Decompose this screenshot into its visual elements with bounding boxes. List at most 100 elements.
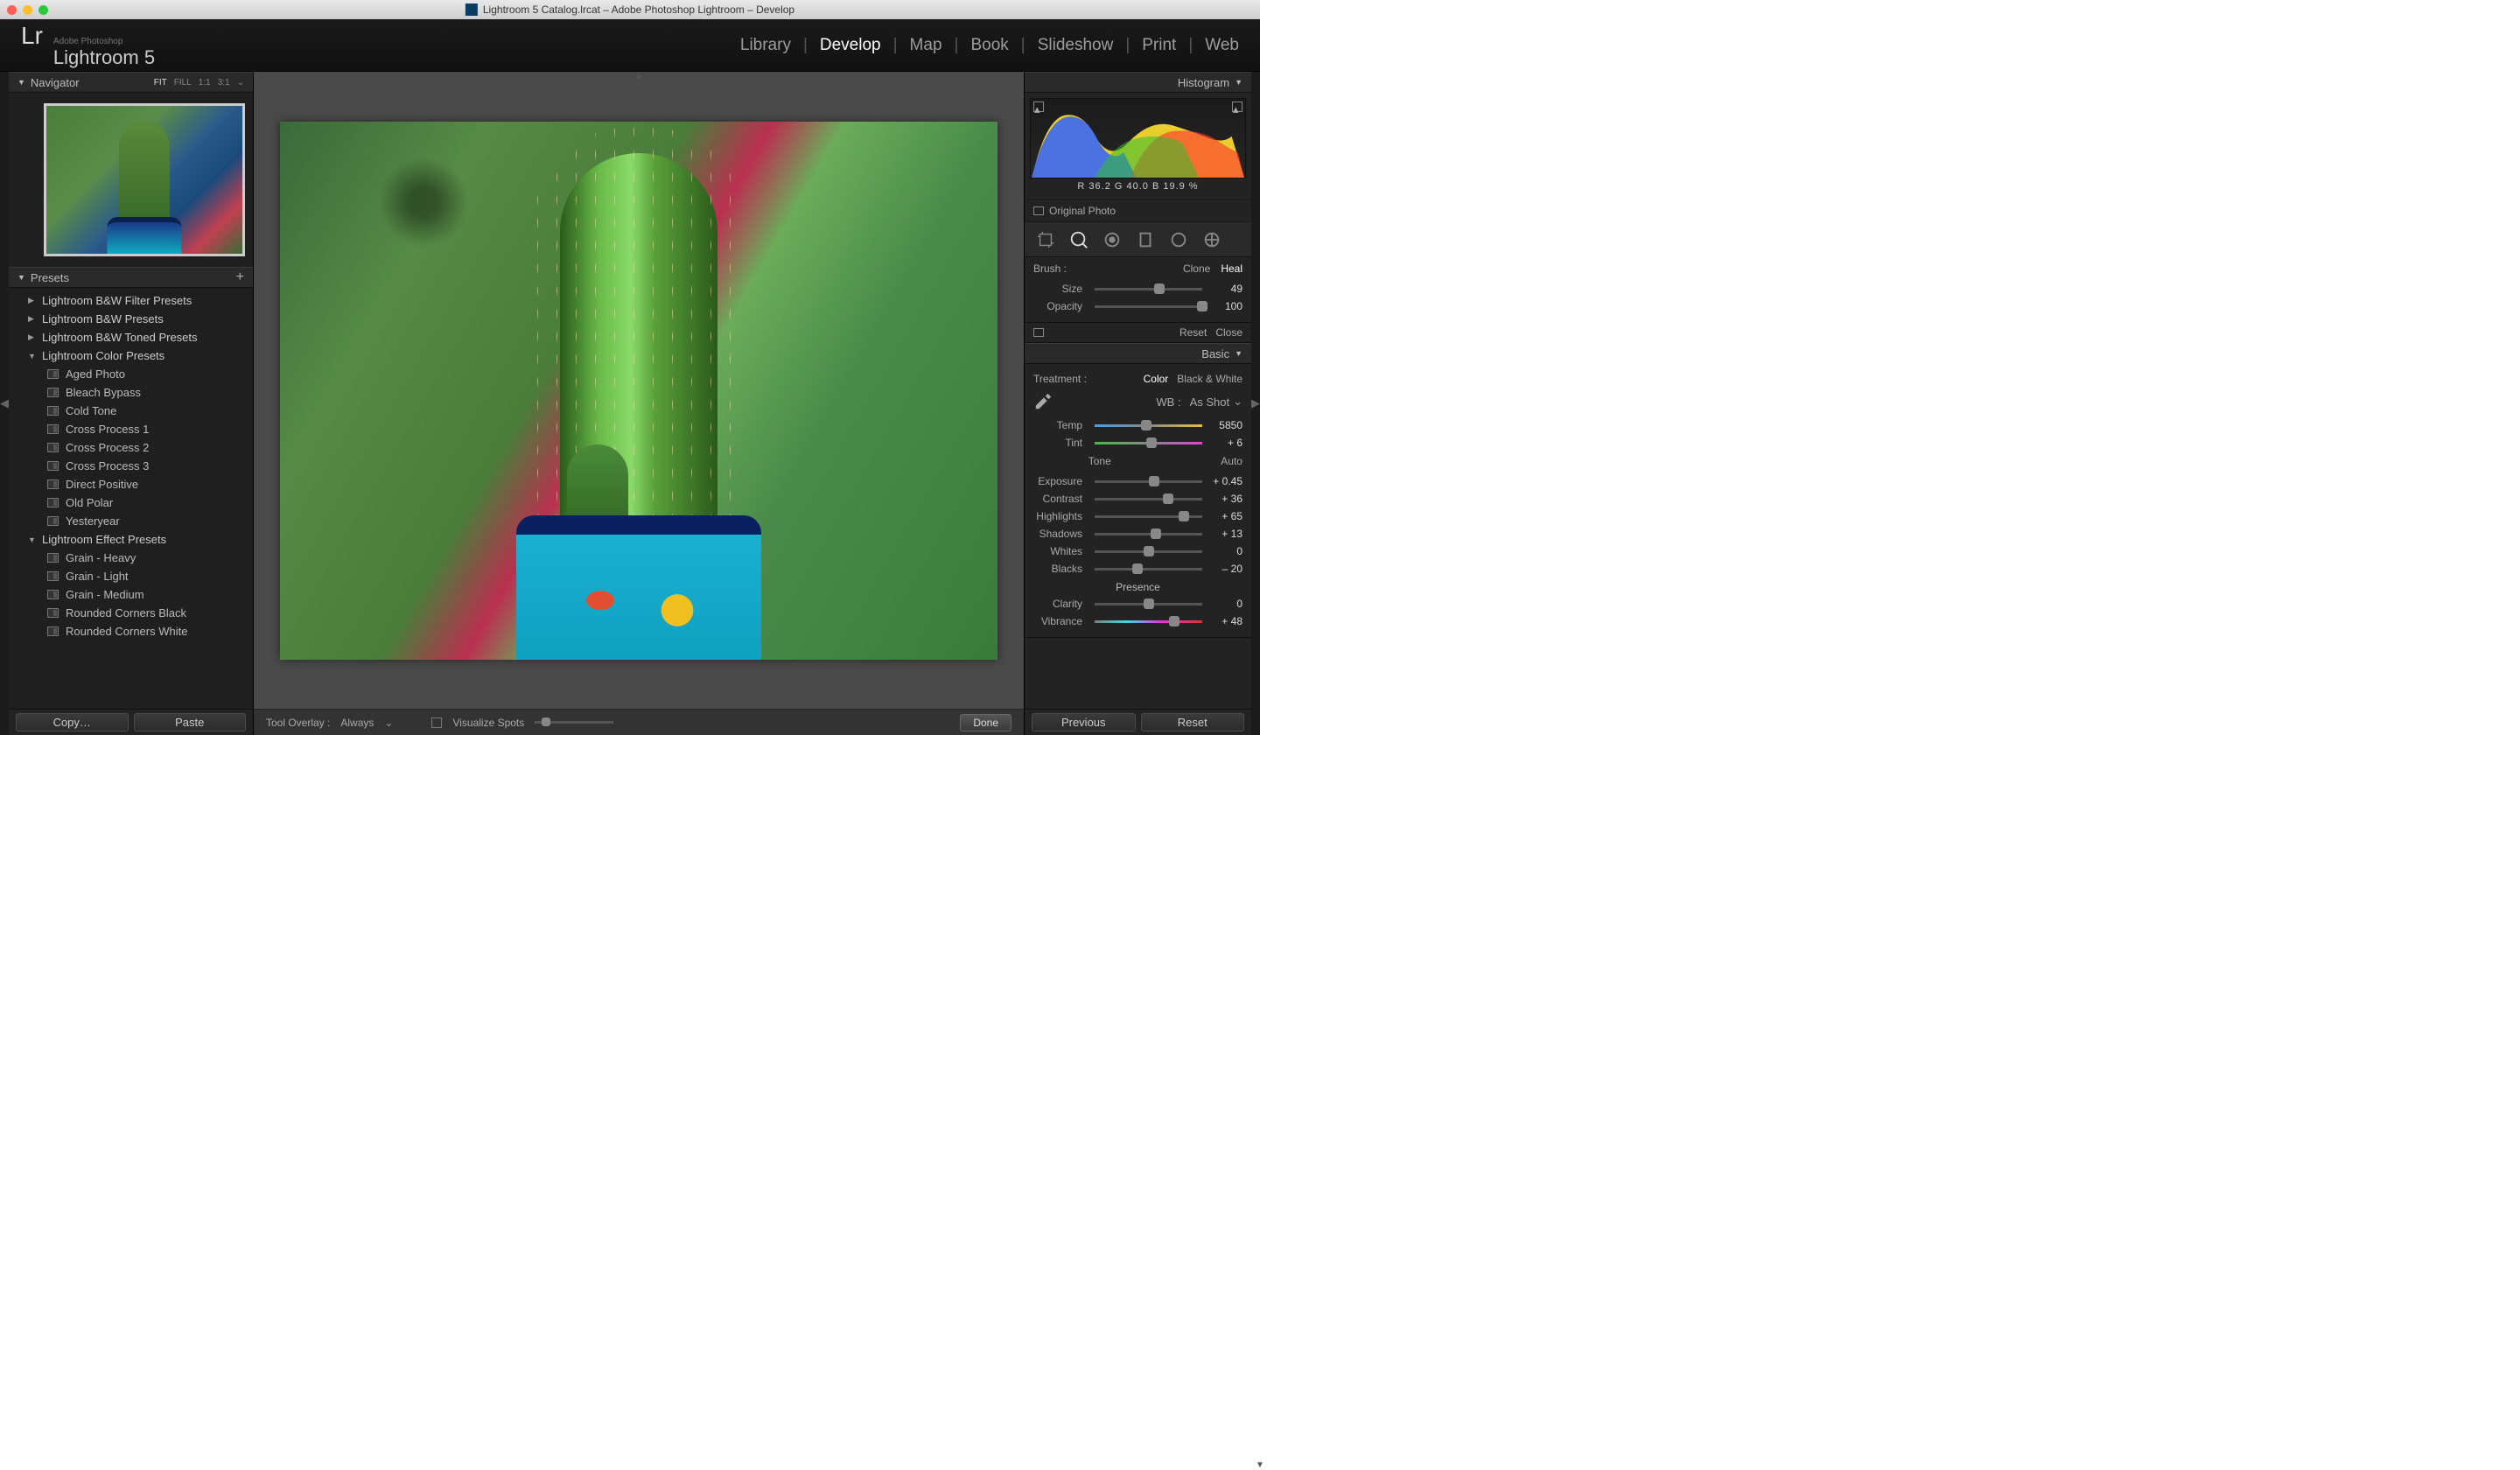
- module-library[interactable]: Library: [740, 36, 791, 55]
- paste-button[interactable]: Paste: [134, 713, 247, 732]
- opacity-value[interactable]: 100: [1208, 300, 1242, 312]
- exposure-slider[interactable]: [1095, 480, 1202, 483]
- shadows-slider[interactable]: [1095, 533, 1202, 536]
- whites-value[interactable]: 0: [1208, 545, 1242, 557]
- preset-folder[interactable]: ▼Lightroom Color Presets: [9, 346, 253, 365]
- preset-folder[interactable]: ▼Lightroom Effect Presets: [9, 530, 253, 549]
- histogram-header[interactable]: Histogram ▼: [1025, 72, 1251, 93]
- vibrance-value[interactable]: + 48: [1208, 615, 1242, 627]
- close-icon[interactable]: [7, 5, 17, 15]
- pin-toggle-icon[interactable]: [1033, 328, 1044, 337]
- zoom-fill[interactable]: FILL: [174, 78, 192, 88]
- module-print[interactable]: Print: [1142, 36, 1176, 55]
- dropdown-icon[interactable]: ⌄: [1233, 395, 1242, 409]
- tint-slider[interactable]: [1095, 442, 1202, 444]
- preset-folder-label: Lightroom Color Presets: [42, 349, 164, 362]
- preset-item[interactable]: Direct Positive: [9, 475, 253, 494]
- right-panel-toggle-icon[interactable]: ▶: [1251, 72, 1260, 735]
- clarity-value[interactable]: 0: [1208, 598, 1242, 610]
- preset-item[interactable]: Grain - Light: [9, 567, 253, 585]
- zoom-fit[interactable]: FIT: [154, 78, 167, 88]
- preset-item[interactable]: Cross Process 3: [9, 457, 253, 475]
- temp-slider[interactable]: [1095, 424, 1202, 427]
- tool-close-button[interactable]: Close: [1215, 326, 1242, 339]
- preset-item[interactable]: Old Polar: [9, 494, 253, 512]
- navigator-zoom-picker[interactable]: FIT FILL 1:1 3:1 ⌄: [154, 78, 244, 88]
- preset-item[interactable]: Yesteryear: [9, 512, 253, 530]
- adjustment-brush-tool-icon[interactable]: [1200, 228, 1224, 252]
- tone-auto-button[interactable]: Auto: [1221, 455, 1242, 467]
- preset-item[interactable]: Rounded Corners Black: [9, 604, 253, 622]
- shadows-value[interactable]: + 13: [1208, 528, 1242, 540]
- blacks-slider[interactable]: [1095, 568, 1202, 570]
- done-button[interactable]: Done: [960, 714, 1012, 732]
- exposure-value[interactable]: + 0.45: [1208, 475, 1242, 487]
- size-value[interactable]: 49: [1208, 283, 1242, 295]
- size-slider[interactable]: [1095, 288, 1202, 290]
- tool-overlay-value[interactable]: Always: [340, 717, 374, 729]
- preset-item[interactable]: Cold Tone: [9, 402, 253, 420]
- zoom-1:1[interactable]: 1:1: [199, 78, 211, 88]
- preset-folder[interactable]: ▶Lightroom B&W Toned Presets: [9, 328, 253, 346]
- graduated-filter-tool-icon[interactable]: [1133, 228, 1158, 252]
- preset-folder[interactable]: ▶Lightroom B&W Filter Presets: [9, 291, 253, 310]
- preset-item[interactable]: Rounded Corners White: [9, 622, 253, 640]
- preset-item[interactable]: Grain - Medium: [9, 585, 253, 604]
- clarity-slider[interactable]: [1095, 603, 1202, 606]
- module-map[interactable]: Map: [910, 36, 942, 55]
- wb-eyedropper-icon[interactable]: [1033, 392, 1053, 411]
- radial-filter-tool-icon[interactable]: [1166, 228, 1191, 252]
- blacks-value[interactable]: – 20: [1208, 563, 1242, 575]
- filmstrip-toggle-icon[interactable]: ▼: [1256, 1460, 1264, 1470]
- brush-mode-heal[interactable]: Heal: [1221, 262, 1242, 275]
- zoom-3:1[interactable]: 3:1: [218, 78, 230, 88]
- original-photo-toggle[interactable]: Original Photo: [1025, 200, 1251, 222]
- crop-tool-icon[interactable]: [1033, 228, 1058, 252]
- visualize-spots-checkbox[interactable]: [431, 718, 442, 728]
- vibrance-slider[interactable]: [1095, 620, 1202, 623]
- module-slideshow[interactable]: Slideshow: [1038, 36, 1114, 55]
- reset-button[interactable]: Reset: [1141, 713, 1245, 732]
- zoom-more-icon[interactable]: ⌄: [237, 78, 244, 88]
- preset-item[interactable]: Cross Process 1: [9, 420, 253, 438]
- add-preset-icon[interactable]: +: [236, 270, 244, 285]
- previous-button[interactable]: Previous: [1032, 713, 1136, 732]
- clarity-label: Clarity: [1033, 598, 1089, 610]
- opacity-slider[interactable]: [1095, 305, 1202, 308]
- whites-slider[interactable]: [1095, 550, 1202, 553]
- basic-header[interactable]: Basic ▼: [1025, 343, 1251, 364]
- treatment-color[interactable]: Color: [1144, 373, 1169, 385]
- top-panel-toggle-icon[interactable]: ▲: [634, 72, 643, 81]
- highlights-value[interactable]: + 65: [1208, 510, 1242, 522]
- preset-item[interactable]: Aged Photo: [9, 365, 253, 383]
- preset-item[interactable]: Grain - Heavy: [9, 549, 253, 567]
- main-image-preview[interactable]: [280, 122, 998, 660]
- navigator-header[interactable]: ▼ Navigator FITFILL1:13:1⌄: [9, 72, 253, 93]
- preset-item[interactable]: Cross Process 2: [9, 438, 253, 457]
- preset-item[interactable]: Bleach Bypass: [9, 383, 253, 402]
- copy-button[interactable]: Copy…: [16, 713, 129, 732]
- module-web[interactable]: Web: [1205, 36, 1239, 55]
- zoom-icon[interactable]: [38, 5, 48, 15]
- preset-folder[interactable]: ▶Lightroom B&W Presets: [9, 310, 253, 328]
- brush-mode-clone[interactable]: Clone: [1183, 262, 1210, 275]
- temp-value[interactable]: 5850: [1208, 419, 1242, 431]
- spot-removal-tool-icon[interactable]: [1067, 228, 1091, 252]
- wb-value[interactable]: As Shot: [1190, 396, 1230, 409]
- visualize-spots-slider[interactable]: [535, 721, 613, 724]
- minimize-icon[interactable]: [23, 5, 32, 15]
- redeye-tool-icon[interactable]: [1100, 228, 1124, 252]
- navigator-thumbnail[interactable]: [9, 93, 253, 267]
- presets-header[interactable]: ▼ Presets +: [9, 267, 253, 288]
- module-develop[interactable]: Develop: [820, 36, 881, 55]
- module-book[interactable]: Book: [970, 36, 1008, 55]
- contrast-value[interactable]: + 36: [1208, 493, 1242, 505]
- highlights-slider[interactable]: [1095, 515, 1202, 518]
- treatment-bw[interactable]: Black & White: [1177, 373, 1242, 385]
- tool-reset-button[interactable]: Reset: [1180, 326, 1207, 339]
- histogram[interactable]: ▴ ▴: [1030, 98, 1246, 178]
- left-panel-toggle-icon[interactable]: ◀: [0, 72, 9, 735]
- dropdown-icon[interactable]: ⌄: [384, 717, 393, 729]
- contrast-slider[interactable]: [1095, 498, 1202, 500]
- tint-value[interactable]: + 6: [1208, 437, 1242, 449]
